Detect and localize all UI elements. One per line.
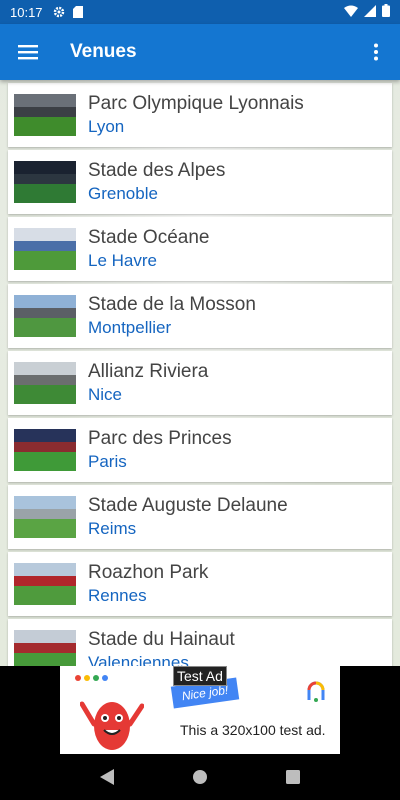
venue-item-stade-oceane[interactable]: Stade Océane Le Havre	[8, 217, 392, 281]
stadium-thumbnail	[14, 429, 76, 471]
ad-text: This a 320x100 test ad.	[180, 722, 326, 738]
stadium-thumbnail	[14, 630, 76, 666]
venue-city: Reims	[88, 519, 137, 538]
battery-icon	[382, 4, 390, 20]
venue-item-stade-auguste-delaune[interactable]: Stade Auguste Delaune Reims	[8, 485, 392, 549]
venue-item-allianz-riviera[interactable]: Allianz Riviera Nice	[8, 351, 392, 415]
venue-city: Lyon	[88, 117, 125, 136]
venue-list-container[interactable]: Parc Olympique Lyonnais Lyon Stade des A…	[0, 80, 400, 666]
venue-city: Valenciennes	[88, 653, 189, 666]
stadium-thumbnail	[14, 295, 76, 337]
venue-item-parc-des-princes[interactable]: Parc des Princes Paris	[8, 418, 392, 482]
status-bar: 10:17	[0, 0, 400, 24]
venue-city: Nice	[88, 385, 123, 404]
venue-name: Stade des Alpes	[88, 160, 226, 181]
system-nav-bar	[0, 754, 400, 800]
venue-name: Stade Océane	[88, 227, 210, 248]
venue-name: Stade Auguste Delaune	[88, 495, 288, 516]
home-circle-icon[interactable]	[180, 757, 220, 797]
venue-city: Paris	[88, 452, 127, 471]
stadium-thumbnail	[14, 362, 76, 404]
venue-name: Roazhon Park	[88, 562, 209, 583]
recents-square-icon[interactable]	[273, 757, 313, 797]
venue-item-roazhon-park[interactable]: Roazhon Park Rennes	[8, 552, 392, 616]
gear-icon	[53, 6, 65, 18]
venue-list: Parc Olympique Lyonnais Lyon Stade des A…	[0, 80, 400, 666]
venue-item-stade-du-hainaut[interactable]: Stade du Hainaut Valenciennes	[8, 619, 392, 666]
venue-city: Rennes	[88, 586, 147, 605]
venue-item-parc-olympique-lyonnais[interactable]: Parc Olympique Lyonnais Lyon	[8, 83, 392, 147]
admob-logo-icon	[307, 681, 325, 702]
stadium-thumbnail	[14, 496, 76, 538]
hamburger-menu-icon[interactable]	[0, 24, 56, 80]
test-ad-label: Test Ad	[173, 666, 227, 686]
mascot-icon	[80, 701, 144, 750]
venue-name: Stade de la Mosson	[88, 294, 256, 315]
venue-name: Stade du Hainaut	[88, 629, 235, 650]
venue-name: Allianz Riviera	[88, 361, 209, 382]
venue-item-stade-de-la-mosson[interactable]: Stade de la Mosson Montpellier	[8, 284, 392, 348]
stadium-thumbnail	[14, 563, 76, 605]
back-triangle-icon[interactable]	[87, 757, 127, 797]
stadium-thumbnail	[14, 94, 76, 136]
status-time: 10:17	[10, 4, 43, 20]
stadium-thumbnail	[14, 228, 76, 270]
google-dots-icon	[75, 675, 108, 681]
signal-icon	[364, 4, 376, 20]
ad-banner-area: Nice job! Test Ad This a 320x100 test ad…	[0, 666, 400, 754]
wifi-icon	[344, 5, 358, 20]
venue-item-stade-des-alpes[interactable]: Stade des Alpes Grenoble	[8, 150, 392, 214]
venue-city: Montpellier	[88, 318, 172, 337]
venue-city: Grenoble	[88, 184, 158, 203]
sd-card-icon	[72, 6, 83, 18]
venue-city: Le Havre	[88, 251, 157, 270]
venue-name: Parc des Princes	[88, 428, 232, 449]
app-bar: Venues	[0, 24, 400, 80]
page-title: Venues	[70, 41, 137, 62]
stadium-thumbnail	[14, 161, 76, 203]
venue-name: Parc Olympique Lyonnais	[88, 93, 304, 114]
more-vert-icon[interactable]	[352, 24, 400, 80]
